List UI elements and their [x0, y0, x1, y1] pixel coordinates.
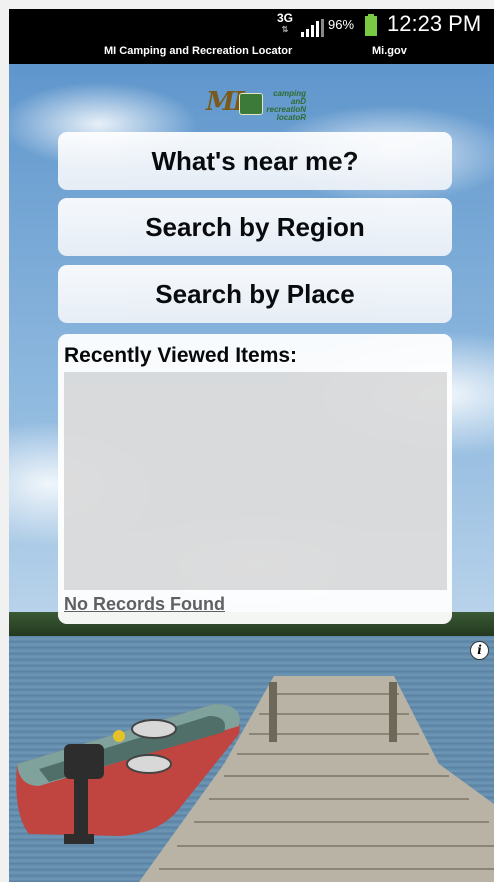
logo-line-1: camping anD — [273, 89, 306, 106]
logo-line-3: locatoR — [276, 113, 306, 122]
recently-viewed-panel: Recently Viewed Items: No Records Found — [58, 334, 452, 624]
search-by-region-button[interactable]: Search by Region — [58, 198, 452, 256]
app-title: MI Camping and Recreation Locator — [104, 45, 293, 57]
search-by-place-button[interactable]: Search by Place — [58, 265, 452, 323]
background-scene: MI camping anD recreatioN locatoR What's… — [9, 64, 494, 882]
network-indicator: 3G ⇅ — [277, 11, 294, 35]
signal-icon — [301, 19, 324, 37]
clock: 12:23 PM — [387, 11, 482, 36]
no-records-link[interactable]: No Records Found — [64, 594, 225, 615]
whats-near-me-button[interactable]: What's near me? — [58, 132, 452, 190]
recently-viewed-list[interactable] — [64, 372, 447, 590]
battery-icon — [365, 14, 377, 36]
site-link[interactable]: Mi.gov — [372, 45, 407, 57]
logo-mi-text: MI — [206, 87, 245, 117]
status-bar: 3G ⇅ 96% 12:23 PM — [9, 9, 494, 41]
logo-map-icon — [239, 93, 263, 115]
recently-viewed-title: Recently Viewed Items: — [64, 344, 298, 367]
network-type: 3G — [277, 11, 294, 25]
data-arrows-icon: ⇅ — [281, 25, 289, 34]
info-icon[interactable]: i — [470, 641, 489, 660]
battery-percent: 96% — [328, 17, 355, 32]
app-title-bar: MI Camping and Recreation Locator Mi.gov — [9, 41, 494, 64]
app-logo: MI camping anD recreatioN locatoR — [206, 87, 306, 122]
phone-screen: 3G ⇅ 96% 12:23 PM MI Camping and Recreat… — [9, 9, 494, 882]
logo-wordmark: camping anD recreatioN locatoR — [263, 90, 306, 122]
